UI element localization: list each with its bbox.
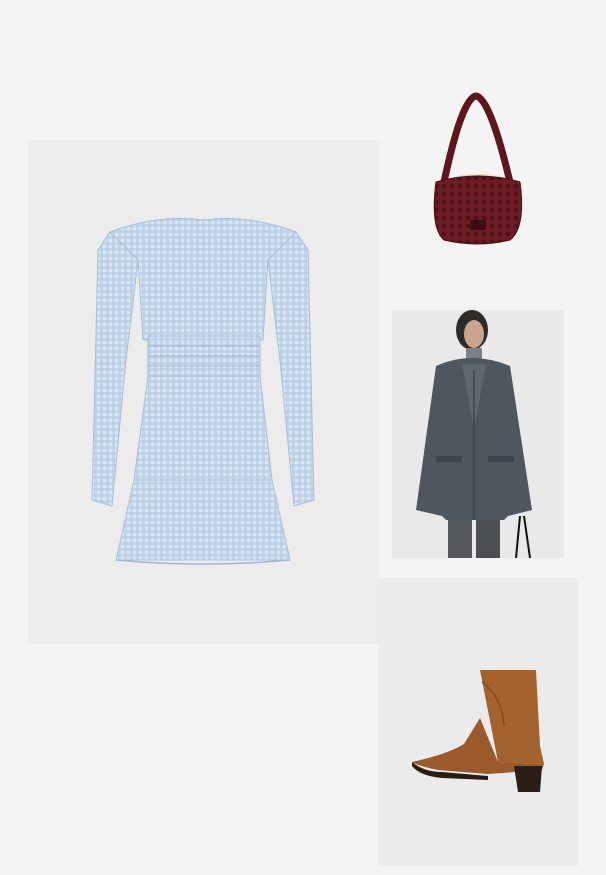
blazer-image (416, 310, 532, 558)
product-tile-bag[interactable]: Burgundy woven crochet shoulder bag (392, 78, 564, 266)
bag-image (433, 92, 523, 245)
product-tile-boot[interactable]: Tan suede pointed western ankle boot (378, 578, 578, 866)
dress-image (91, 218, 315, 565)
product-tile-blazer[interactable]: Model wearing a grey brushed wool blazer (392, 310, 564, 558)
boot-image (412, 670, 544, 792)
product-tile-dress[interactable]: Light blue gingham long-sleeve smocked m… (28, 140, 378, 644)
